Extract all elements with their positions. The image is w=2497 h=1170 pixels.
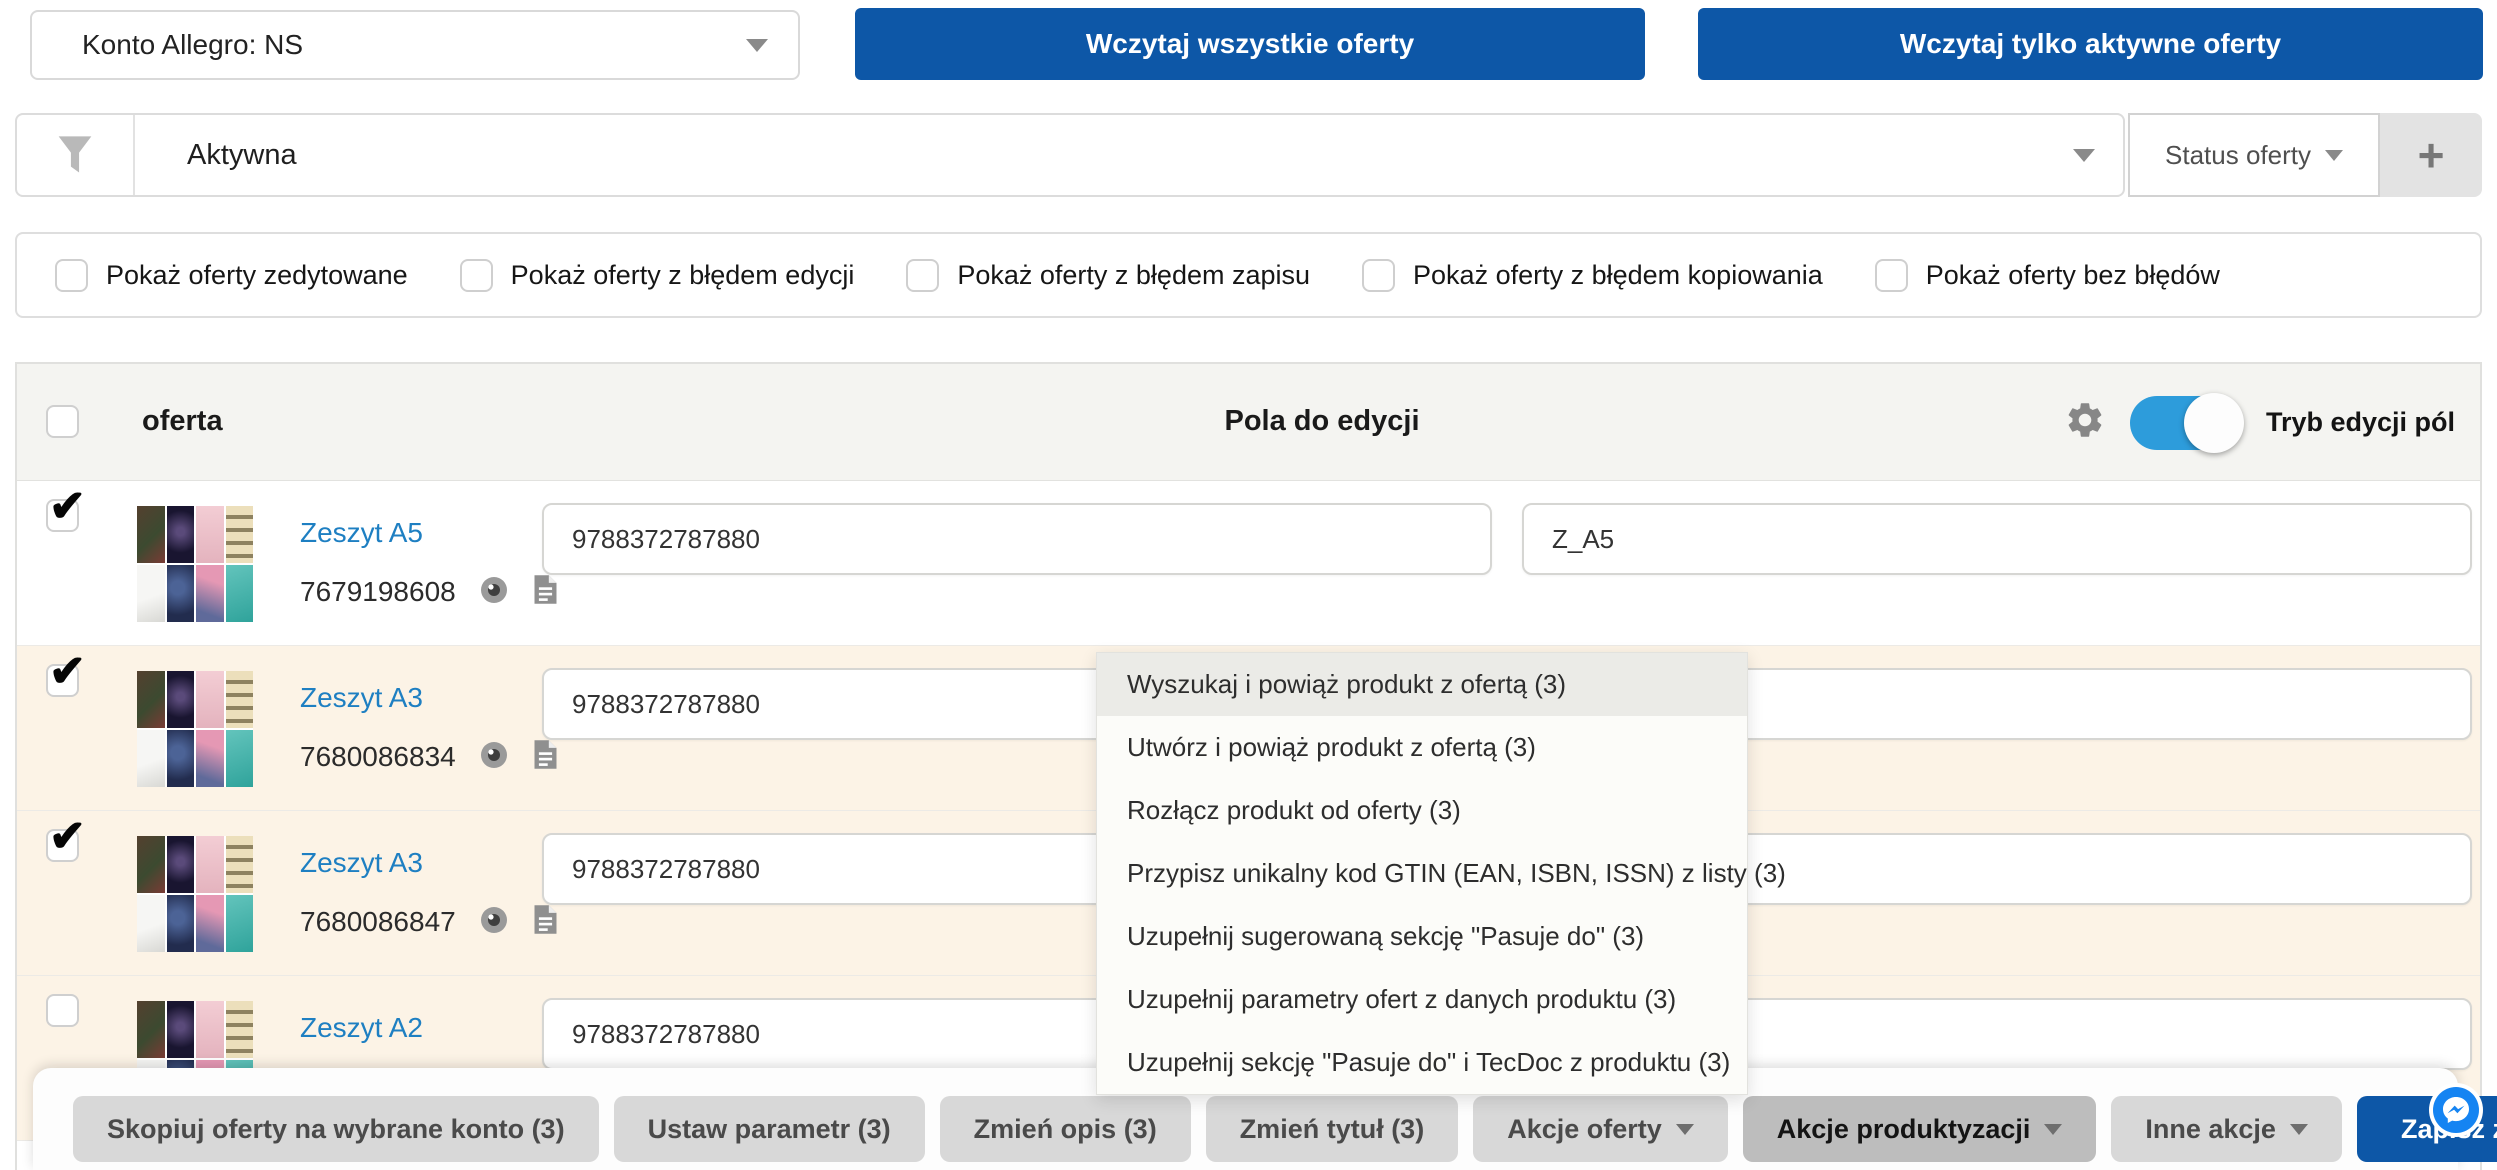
document-icon[interactable] [532, 903, 559, 941]
preview-eye-icon[interactable] [478, 574, 510, 611]
menu-item-create-link-product[interactable]: Utwórz i powiąż produkt z ofertą (3) [1097, 716, 1747, 779]
filter-select[interactable]: Aktywna [15, 113, 2125, 197]
menu-item-search-link-product[interactable]: Wyszukaj i powiąż produkt z ofertą (3) [1097, 653, 1747, 716]
change-title-button[interactable]: Zmień tytuł (3) [1206, 1096, 1459, 1162]
menu-item-fill-suggested-fits[interactable]: Uzupełnij sugerowaną sekcję "Pasuje do" … [1097, 905, 1747, 968]
preview-eye-icon[interactable] [478, 739, 510, 776]
document-icon[interactable] [532, 573, 559, 611]
filter-save-error-offers[interactable]: ✔ Pokaż oferty z błędem zapisu [906, 259, 1310, 292]
chevron-down-icon [746, 39, 768, 52]
product-thumbnail [137, 836, 253, 952]
offer-title-link[interactable]: Zeszyt A3 [300, 682, 423, 714]
other-actions-dropdown[interactable]: Inne akcje [2111, 1096, 2342, 1162]
menu-item-fill-params-from-product[interactable]: Uzupełnij parametry ofert z danych produ… [1097, 968, 1747, 1031]
table-header: ✔ oferta Pola do edycji Tryb edycji pól [17, 364, 2480, 481]
offers-manager-page: Konto Allegro: NS Wczytaj wszystkie ofer… [0, 0, 2497, 1170]
load-all-offers-button[interactable]: Wczytaj wszystkie oferty [855, 8, 1645, 80]
checkbox[interactable]: ✔ [1875, 259, 1908, 292]
field-edit-mode-toggle[interactable] [2130, 396, 2242, 450]
filter-edited-offers[interactable]: ✔ Pokaż oferty zedytowane [55, 259, 408, 292]
set-parameter-button[interactable]: Ustaw parametr (3) [614, 1096, 925, 1162]
field-edit-mode-label: Tryb edycji pól [2266, 407, 2455, 438]
offer-id: 7680086847 [300, 906, 456, 938]
chevron-down-icon [2290, 1124, 2308, 1135]
chevron-down-icon [2073, 149, 2095, 162]
document-icon[interactable] [532, 738, 559, 776]
productization-actions-menu: Wyszukaj i powiąż produkt z ofertą (3) U… [1096, 652, 1748, 1095]
add-filter-button[interactable]: + [2380, 113, 2482, 197]
row-checkbox[interactable]: ✔ [46, 829, 79, 862]
messenger-chat-icon[interactable] [2428, 1082, 2484, 1138]
account-select-value: Konto Allegro: NS [82, 29, 303, 61]
select-all-checkbox[interactable]: ✔ [46, 405, 79, 438]
change-description-button[interactable]: Zmień opis (3) [940, 1096, 1191, 1162]
offer-column-header: oferta [142, 405, 223, 438]
fields-column-header: Pola do edycji [1225, 405, 1420, 438]
show-filters-bar: ✔ Pokaż oferty zedytowane ✔ Pokaż oferty… [15, 232, 2482, 318]
filter-row: Aktywna Status oferty + [15, 113, 2482, 197]
copy-offers-button[interactable]: Skopiuj oferty na wybrane konto (3) [73, 1096, 599, 1162]
offer-title-link[interactable]: Zeszyt A3 [300, 847, 423, 879]
row-checkbox[interactable]: ✔ [46, 994, 79, 1027]
gear-icon[interactable] [2064, 399, 2106, 446]
product-thumbnail [137, 671, 253, 787]
filter-select-value: Aktywna [135, 139, 297, 172]
field-input-signature[interactable] [1522, 503, 2472, 575]
account-select[interactable]: Konto Allegro: NS [30, 10, 800, 80]
filter-copy-error-offers[interactable]: ✔ Pokaż oferty z błędem kopiowania [1362, 259, 1823, 292]
checkbox[interactable]: ✔ [55, 259, 88, 292]
load-active-offers-button[interactable]: Wczytaj tylko aktywne oferty [1698, 8, 2483, 80]
offer-actions-dropdown[interactable]: Akcje oferty [1473, 1096, 1728, 1162]
filter-field-button[interactable]: Status oferty [2128, 113, 2380, 197]
product-thumbnail [137, 506, 253, 622]
checkbox[interactable]: ✔ [1362, 259, 1395, 292]
checkbox[interactable]: ✔ [460, 259, 493, 292]
filter-no-error-offers[interactable]: ✔ Pokaż oferty bez błędów [1875, 259, 2220, 292]
preview-eye-icon[interactable] [478, 904, 510, 941]
menu-item-fill-fits-tecdoc[interactable]: Uzupełnij sekcję "Pasuje do" i TecDoc z … [1097, 1031, 1747, 1094]
chevron-down-icon [2325, 150, 2343, 161]
menu-item-assign-gtin[interactable]: Przypisz unikalny kod GTIN (EAN, ISBN, I… [1097, 842, 1747, 905]
productization-actions-dropdown[interactable]: Akcje produktyzacji [1743, 1096, 2097, 1162]
row-checkbox[interactable]: ✔ [46, 664, 79, 697]
filter-edit-error-offers[interactable]: ✔ Pokaż oferty z błędem edycji [460, 259, 855, 292]
chevron-down-icon [1676, 1124, 1694, 1135]
offer-title-link[interactable]: Zeszyt A5 [300, 517, 423, 549]
offer-title-link[interactable]: Zeszyt A2 [300, 1012, 423, 1044]
menu-item-unlink-product[interactable]: Rozłącz produkt od oferty (3) [1097, 779, 1747, 842]
field-input-gtin[interactable] [542, 503, 1492, 575]
offer-id: 7680086834 [300, 741, 456, 773]
offer-id: 7679198608 [300, 576, 456, 608]
checkbox[interactable]: ✔ [906, 259, 939, 292]
funnel-icon [17, 115, 135, 195]
chevron-down-icon [2044, 1124, 2062, 1135]
row-checkbox[interactable]: ✔ [46, 499, 79, 532]
table-row: ✔ Zeszyt A5 7679198608 [17, 481, 2480, 646]
